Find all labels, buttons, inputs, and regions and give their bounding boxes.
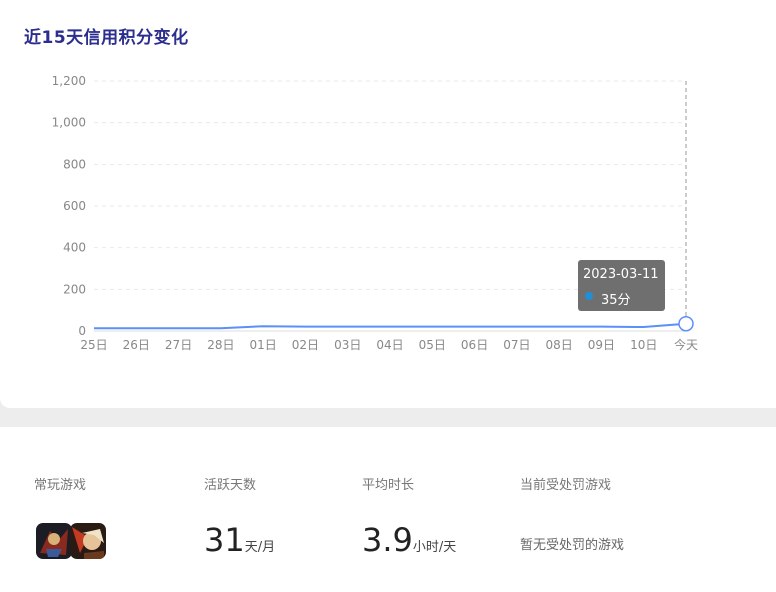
x-tick-label: 28日 xyxy=(207,338,234,352)
active-days-label: 活跃天数 xyxy=(204,478,257,493)
y-tick-label: 400 xyxy=(63,241,86,255)
avg-duration-unit: 小时/天 xyxy=(412,540,457,555)
x-tick-label: 05日 xyxy=(419,338,446,352)
tooltip-date: 2023-03-11 xyxy=(583,267,659,282)
x-tick-label: 25日 xyxy=(80,338,107,352)
chart-tooltip: 2023-03-11 35分 xyxy=(578,260,665,311)
game-icon-2-art xyxy=(70,523,106,559)
credit-score-chart: 0 200 400 600 800 1,000 1,200 25日 26日 27日 28日 01日 02… xyxy=(52,74,698,352)
avg-duration-number: 3.9 xyxy=(362,521,413,559)
y-tick-label: 1,000 xyxy=(52,116,86,130)
x-tick-label: 27日 xyxy=(165,338,192,352)
y-tick-label: 0 xyxy=(78,324,86,338)
y-tick-label: 600 xyxy=(63,199,86,213)
tooltip-value: 35分 xyxy=(601,293,631,308)
x-tick-label: 10日 xyxy=(630,338,657,352)
active-days-value: 31天/月 xyxy=(204,520,275,568)
x-tick-label: 02日 xyxy=(292,338,319,352)
y-tick-label: 800 xyxy=(63,157,86,171)
y-tick-label: 1,200 xyxy=(52,74,86,88)
avg-duration-value: 3.9小时/天 xyxy=(362,520,456,568)
avg-duration-label: 平均时长 xyxy=(362,478,415,493)
x-tick-label: 01日 xyxy=(250,338,277,352)
tooltip-series-dot xyxy=(585,292,593,300)
active-data-point xyxy=(678,315,694,332)
x-tick-label: 09日 xyxy=(588,338,615,352)
game-icon-1-art xyxy=(36,523,72,559)
game-icon-1[interactable] xyxy=(36,523,72,559)
x-tick-label: 06日 xyxy=(461,338,488,352)
game-icon-2[interactable] xyxy=(70,523,106,559)
x-tick-label: 03日 xyxy=(334,338,361,352)
games-label: 常玩游戏 xyxy=(34,478,87,493)
active-days-unit: 天/月 xyxy=(244,540,276,555)
x-tick-label: 08日 xyxy=(546,338,573,352)
x-tick-label: 今天 xyxy=(674,337,698,352)
punished-games-label: 当前受处罚游戏 xyxy=(520,478,612,493)
x-tick-label: 07日 xyxy=(503,338,530,352)
y-tick-label: 200 xyxy=(63,282,86,296)
x-tick-label: 04日 xyxy=(376,338,403,352)
active-days-number: 31 xyxy=(204,521,245,559)
x-tick-label: 26日 xyxy=(123,338,150,352)
punished-games-value: 暂无受处罚的游戏 xyxy=(520,538,625,553)
